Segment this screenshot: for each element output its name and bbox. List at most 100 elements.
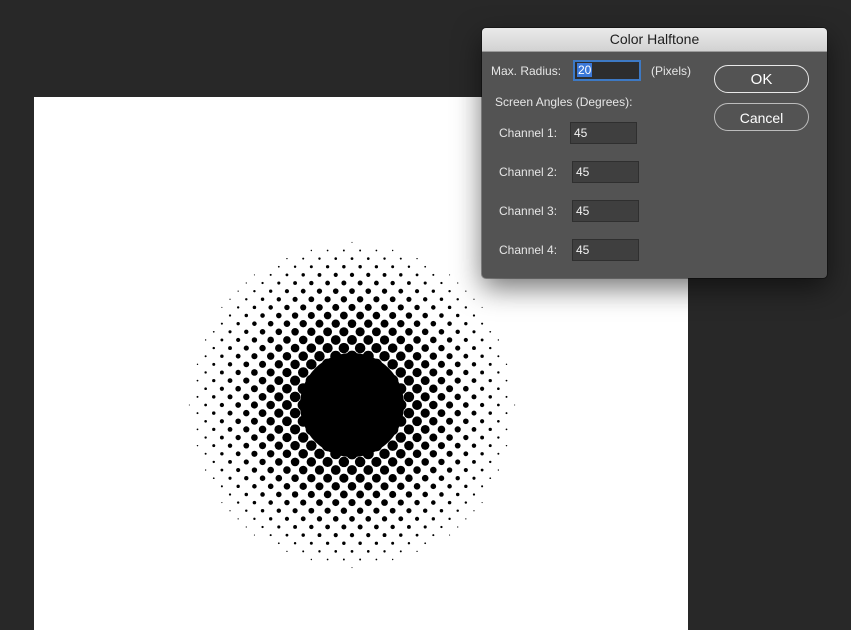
halftone-dot [245, 526, 247, 528]
halftone-dot [382, 533, 387, 538]
halftone-dot [440, 281, 443, 285]
halftone-dot [429, 368, 438, 377]
halftone-dot [316, 288, 323, 294]
halftone-dot [472, 314, 476, 317]
halftone-dot [339, 311, 348, 320]
halftone-dot [220, 322, 223, 325]
halftone-dot [243, 426, 250, 433]
halftone-dot [243, 442, 250, 449]
halftone-dot [339, 490, 348, 499]
halftone-dot [268, 500, 273, 505]
halftone-dot [245, 509, 248, 512]
halftone-dot [480, 419, 485, 424]
halftone-dot [266, 450, 275, 458]
halftone-dot [196, 412, 199, 415]
halftone-dot [250, 401, 258, 409]
channel-1-input[interactable]: 45 [570, 122, 637, 144]
halftone-dot [275, 458, 283, 466]
channel-2-label: Channel 2: [499, 165, 558, 179]
halftone-dot [405, 491, 413, 498]
halftone-dot [489, 460, 492, 464]
halftone-dot [235, 402, 242, 408]
halftone-dot [235, 369, 241, 376]
halftone-dot [381, 516, 388, 522]
halftone-dot [497, 339, 500, 341]
halftone-dot [277, 265, 280, 268]
halftone-dot [228, 330, 232, 334]
halftone-dot [342, 558, 345, 561]
halftone-dot [416, 257, 418, 260]
channel-4-input[interactable]: 45 [572, 239, 639, 261]
halftone-dot [480, 354, 484, 358]
max-radius-input[interactable]: 20 [573, 60, 641, 81]
halftone-dot [293, 265, 297, 268]
halftone-dot [440, 525, 443, 529]
halftone-dot [403, 407, 415, 419]
screen-angles-label: Screen Angles (Degrees): [495, 95, 633, 109]
halftone-dot [277, 281, 281, 285]
halftone-dot [348, 303, 356, 311]
halftone-dot [359, 249, 362, 252]
halftone-dot [330, 350, 342, 362]
channel-1-label: Channel 1: [499, 126, 558, 140]
halftone-dot [236, 467, 241, 473]
halftone-dot [286, 257, 288, 260]
dialog-title: Color Halftone [609, 31, 700, 47]
halftone-dot [297, 383, 309, 395]
halftone-dot [237, 290, 239, 292]
halftone-dot [448, 289, 451, 293]
halftone-dot [244, 313, 249, 318]
halftone-dot [315, 482, 324, 491]
halftone-dot [301, 533, 305, 537]
halftone-dot [260, 297, 265, 302]
halftone-dot [364, 499, 372, 507]
ok-button[interactable]: OK [714, 65, 809, 93]
cancel-button[interactable]: Cancel [714, 103, 809, 131]
halftone-dot [480, 452, 484, 456]
halftone-dot [258, 392, 267, 401]
halftone-dot [432, 273, 435, 276]
halftone-dot [196, 395, 199, 398]
halftone-dot [276, 297, 282, 302]
halftone-dot [305, 423, 318, 436]
halftone-dot [463, 353, 469, 359]
halftone-dot [437, 392, 446, 401]
halftone-dot [379, 465, 390, 475]
halftone-dot [282, 367, 292, 378]
channel-2-input[interactable]: 45 [572, 161, 639, 183]
halftone-dot [438, 344, 445, 352]
halftone-dot [372, 311, 381, 320]
halftone-dot [341, 524, 347, 530]
halftone-dot [454, 426, 461, 433]
halftone-dot [342, 249, 345, 252]
halftone-dot [407, 281, 411, 285]
halftone-dot [251, 450, 258, 457]
dialog-titlebar[interactable]: Color Halftone [482, 28, 827, 52]
halftone-dot [414, 499, 420, 506]
halftone-dot [371, 343, 382, 354]
halftone-dot [375, 249, 378, 252]
halftone-dot [447, 484, 452, 489]
halftone-dot [371, 473, 381, 483]
halftone-dot [282, 400, 292, 410]
halftone-dot [403, 391, 415, 403]
halftone-dot [412, 383, 422, 394]
halftone-dot [300, 499, 307, 506]
halftone-dot [289, 407, 301, 419]
halftone-dot [370, 439, 383, 452]
halftone-dot [391, 265, 395, 269]
halftone-dot [250, 417, 258, 425]
halftone-dot [331, 319, 340, 328]
halftone-dot [259, 475, 266, 481]
halftone-dot [389, 312, 397, 320]
halftone-dot [307, 327, 316, 336]
halftone-dot [374, 541, 379, 545]
halftone-dot [395, 432, 407, 443]
halftone-dot [455, 313, 460, 318]
halftone-dot [481, 502, 483, 504]
halftone-dot [420, 376, 430, 386]
channel-3-input[interactable]: 45 [572, 200, 639, 222]
halftone-dot [291, 474, 299, 482]
halftone-dot [399, 550, 402, 553]
halftone-dot [497, 419, 500, 423]
